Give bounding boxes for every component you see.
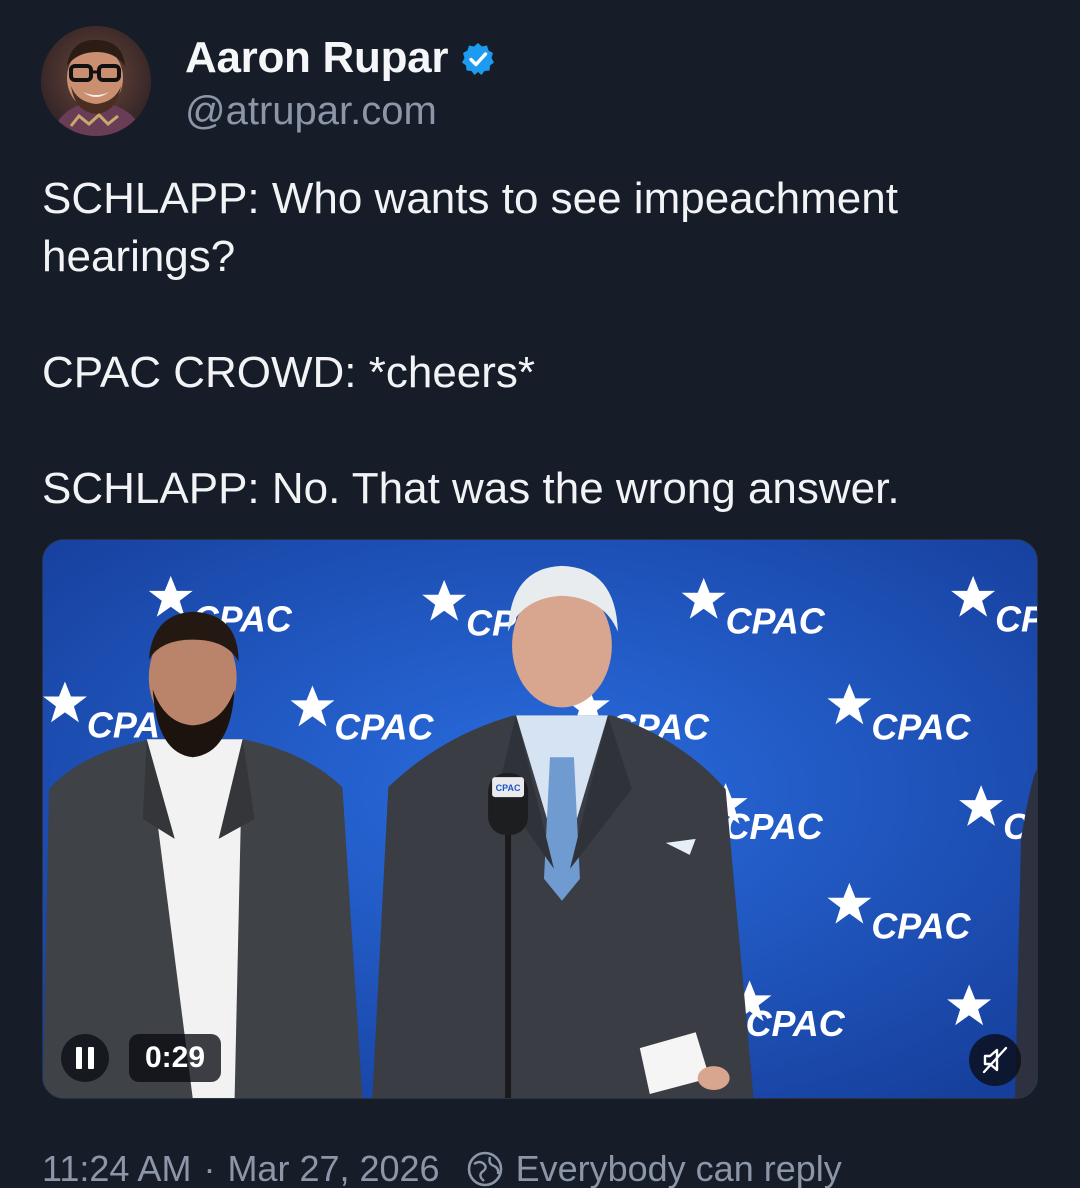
reply-setting-label[interactable]: Everybody can reply	[516, 1146, 842, 1188]
video-elapsed-time: 0:29	[129, 1034, 222, 1082]
pause-button[interactable]	[61, 1034, 109, 1082]
mute-toggle-button[interactable]	[969, 1034, 1021, 1086]
author-handle[interactable]: @atrupar.com	[185, 86, 437, 136]
avatar[interactable]	[41, 26, 151, 136]
everybody-can-reply-icon	[467, 1151, 502, 1187]
svg-text:CPAC: CPAC	[871, 907, 971, 947]
svg-text:CPAC: CPAC	[995, 600, 1037, 640]
verified-badge-icon	[462, 43, 495, 75]
post-text: SCHLAPP: Who wants to see impeachment he…	[42, 170, 1032, 518]
pause-icon	[76, 1047, 94, 1069]
svg-text:CPAC: CPAC	[496, 783, 521, 793]
svg-text:CPAC: CPAC	[746, 1004, 846, 1044]
post-time[interactable]: 11:24 AM	[42, 1146, 191, 1188]
post-meta: 11:24 AM · Mar 27, 2026 Everybody can re…	[42, 1146, 842, 1188]
meta-separator: ·	[203, 1148, 216, 1188]
svg-text:CPAC: CPAC	[724, 807, 824, 847]
post-line: SCHLAPP: Who wants to see impeachment he…	[42, 174, 898, 281]
muted-speaker-icon	[982, 1046, 1008, 1074]
avatar-photo	[41, 26, 151, 136]
post-line: SCHLAPP: No. That was the wrong answer.	[42, 464, 900, 513]
svg-text:CPAC: CPAC	[726, 602, 826, 642]
post-line: CPAC CROWD: *cheers*	[42, 348, 536, 397]
post-date[interactable]: Mar 27, 2026	[227, 1146, 439, 1188]
video-player[interactable]: CPAC CPAC CPAC CPAC CPAC CPAC CPAC CPAC …	[42, 539, 1038, 1099]
video-frame: CPAC CPAC CPAC CPAC CPAC CPAC CPAC CPAC …	[43, 540, 1037, 1098]
svg-text:CPAC: CPAC	[334, 707, 434, 747]
author-display-name[interactable]: Aaron Rupar	[185, 33, 448, 83]
svg-text:CPAC: CPAC	[871, 707, 971, 747]
author-name-row[interactable]: Aaron Rupar	[185, 30, 496, 86]
